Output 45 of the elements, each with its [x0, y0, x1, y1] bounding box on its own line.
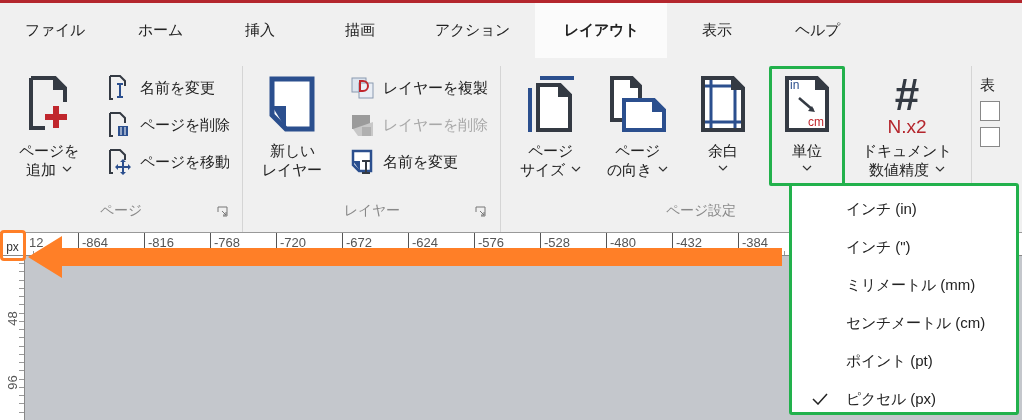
checkbox[interactable]: [980, 127, 1000, 147]
ribbon-button[interactable]: レイヤーを複製: [349, 74, 490, 102]
ruler-label: 12: [28, 234, 45, 252]
units-icon: in cm: [785, 73, 829, 135]
group-heading: 表: [980, 76, 996, 95]
orientation-icon: [609, 73, 666, 135]
rename-layer-icon: [351, 149, 375, 175]
ribbon-tab[interactable]: ファイル: [0, 3, 110, 58]
ribbon-tab[interactable]: 挿入: [210, 3, 310, 58]
ribbon-tab[interactable]: レイアウト: [535, 3, 667, 58]
ruler-label: 96: [4, 374, 20, 390]
dialog-launcher-icon[interactable]: [217, 206, 228, 217]
group-label: ページ設定: [666, 202, 736, 220]
ribbon-button[interactable]: ページを 追加: [10, 66, 88, 186]
group-label: ページ: [100, 202, 142, 220]
ruler-label: 48: [4, 310, 20, 326]
highlight-frame: [0, 230, 26, 261]
group-label: レイヤー: [343, 202, 400, 220]
delete-layer-icon: [351, 112, 375, 138]
move-page-icon: [108, 149, 132, 175]
margins-icon: [701, 73, 745, 135]
precision-icon: # N.x2: [887, 73, 927, 135]
ribbon-button[interactable]: 名前を変更: [349, 148, 490, 176]
menu-item[interactable]: ピクセル (px): [792, 380, 1016, 418]
ribbon-button[interactable]: in cm 単位: [769, 66, 845, 186]
duplicate-layer-icon: [351, 75, 375, 101]
ribbon-button[interactable]: ページを移動: [106, 148, 232, 176]
ribbon-button[interactable]: ページを削除: [106, 111, 232, 139]
ribbon-button[interactable]: 名前を変更: [106, 74, 232, 102]
ribbon-button[interactable]: ページ サイズ: [511, 66, 590, 186]
page-size-icon: [527, 73, 574, 135]
ribbon-tab[interactable]: アクション: [410, 3, 535, 58]
ribbon-tab[interactable]: 表示: [667, 3, 767, 58]
ribbon-tab[interactable]: 描画: [310, 3, 410, 58]
menu-item[interactable]: ミリメートル (mm): [792, 266, 1016, 304]
ribbon-button[interactable]: 新しい レイヤー: [253, 66, 331, 186]
dialog-launcher-icon[interactable]: [475, 206, 486, 217]
ribbon-button[interactable]: ページ の向き: [598, 66, 677, 186]
ribbon-tab[interactable]: ホーム: [110, 3, 210, 58]
menu-item[interactable]: センチメートル (cm): [792, 304, 1016, 342]
ribbon-button[interactable]: 余白: [685, 66, 761, 178]
checkbox[interactable]: [980, 101, 1000, 121]
ribbon-tab[interactable]: ヘルプ: [767, 3, 867, 58]
menu-item[interactable]: インチ (in): [792, 190, 1016, 228]
menu-item[interactable]: ポイント (pt): [792, 342, 1016, 380]
